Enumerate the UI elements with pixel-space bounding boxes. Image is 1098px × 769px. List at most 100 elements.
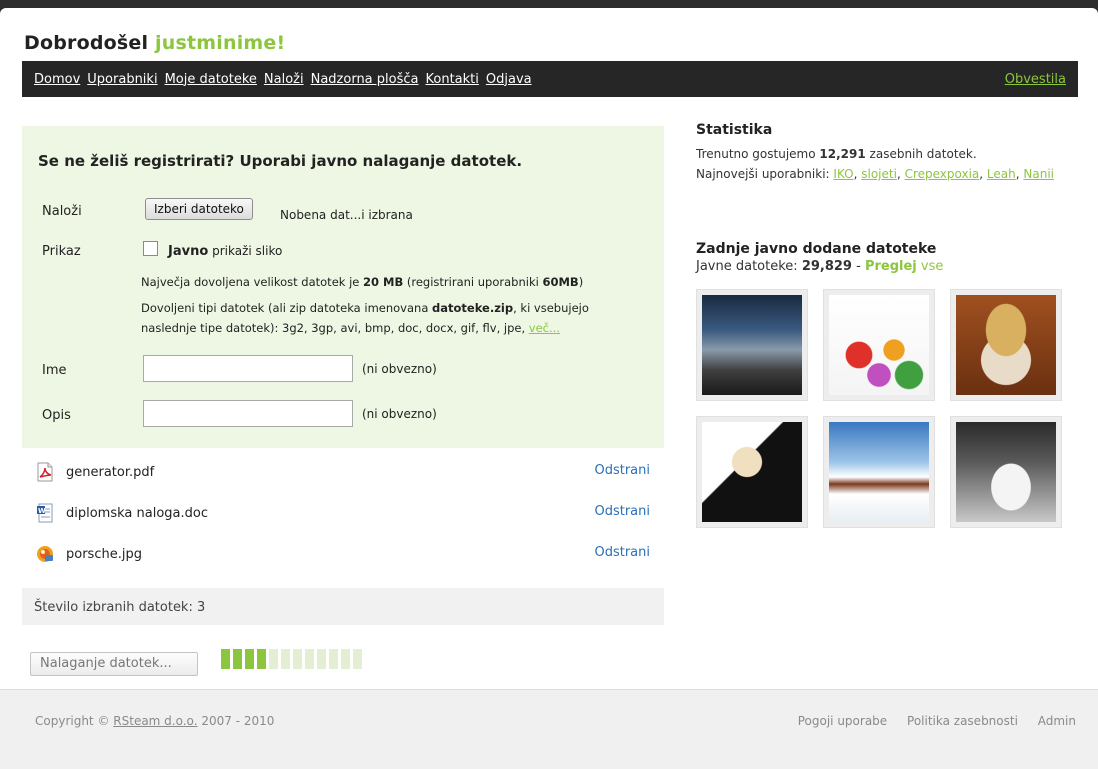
upload-heading: Se ne želiš registrirati? Uporabi javno … [38, 152, 523, 170]
types-prefix: Dovoljeni tipi datotek (ali zip datoteka… [141, 301, 429, 315]
more-types-link[interactable]: več... [529, 321, 560, 335]
admin-link[interactable]: Admin [1038, 714, 1076, 728]
user-link[interactable]: Crepexpoxia [905, 167, 980, 181]
list-item: W diplomska naloga.doc Odstrani [22, 493, 664, 533]
name-input[interactable] [143, 355, 353, 382]
newest-users-text: Najnovejši uporabniki: IKO, slojeti, Cre… [696, 167, 1054, 181]
public-count-prefix: Javne datoteke: [696, 259, 798, 274]
remove-file-button[interactable]: Odstrani [594, 504, 650, 519]
nav-link-my-files[interactable]: Moje datoteke [165, 72, 257, 87]
page-footer: Copyright © RSteam d.o.o. 2007 - 2010 Po… [0, 689, 1098, 769]
progress-segment [269, 649, 278, 669]
word-doc-icon: W [37, 503, 53, 523]
greeting-text: Dobrodošel [24, 32, 149, 54]
name-optional-note: (ni obvezno) [362, 362, 437, 376]
progress-segment [353, 649, 362, 669]
public-upload-panel: Se ne želiš registrirati? Uporabi javno … [22, 126, 664, 448]
progress-segment [245, 649, 254, 669]
public-checkbox-bold: Javno [168, 244, 209, 259]
public-checkbox[interactable] [143, 241, 158, 256]
hosted-suffix: zasebnih datotek. [869, 147, 977, 161]
choose-file-button[interactable]: Izberi datoteko [145, 198, 253, 220]
footer-links: Pogoji uporabe Politika zasebnosti Admin [782, 714, 1076, 728]
terms-link[interactable]: Pogoji uporabe [798, 714, 887, 728]
snowy-cabin-thumbnail[interactable] [823, 416, 935, 528]
public-files-count: Javne datoteke: 29,829 - Preglej vse [696, 257, 1076, 277]
max-size-prefix: Največja dovoljena velikost datotek je [141, 275, 360, 289]
max-size-info: Največja dovoljena velikost datotek je 2… [141, 272, 583, 292]
pdf-icon [37, 462, 53, 482]
recent-files-section: Zadnje javno dodane datoteke Javne datot… [696, 241, 1076, 277]
progress-segment [341, 649, 350, 669]
white-car-snow-thumbnail[interactable] [950, 416, 1062, 528]
upload-progress-bar [221, 649, 362, 669]
statistics-section: Statistika Trenutno gostujemo 12,291 zas… [696, 122, 1076, 184]
list-item: generator.pdf Odstrani [22, 452, 664, 492]
svg-text:W: W [38, 507, 46, 515]
flowers-thumbnail[interactable] [823, 289, 935, 401]
kitten-thumbnail[interactable] [950, 289, 1062, 401]
description-label: Opis [42, 408, 71, 423]
public-checkbox-label: Javno prikaži sliko [168, 244, 282, 259]
remove-file-button[interactable]: Odstrani [594, 463, 650, 478]
upload-files-button[interactable]: Nalaganje datotek... [30, 652, 198, 676]
max-size-end: ) [578, 275, 584, 289]
max-size-registered: 60MB [542, 275, 579, 289]
progress-segment [257, 649, 266, 669]
public-count-dash: - [856, 259, 861, 274]
image-file-icon [37, 546, 53, 562]
description-optional-note: (ni obvezno) [362, 407, 437, 421]
statistics-title: Statistika [696, 122, 773, 138]
copyright-text: Copyright © RSteam d.o.o. 2007 - 2010 [35, 714, 274, 728]
user-link[interactable]: Nanii [1023, 167, 1054, 181]
zip-filename: datoteke.zip [432, 301, 514, 315]
hosted-count: 12,291 [819, 147, 866, 161]
view-all-link[interactable]: Preglej [865, 259, 917, 274]
allowed-types-info: Dovoljeni tipi datotek (ali zip datoteka… [141, 298, 589, 338]
nav-link-upload[interactable]: Naloži [264, 72, 304, 87]
progress-segment [233, 649, 242, 669]
public-checkbox-text: prikaži sliko [212, 244, 283, 258]
newest-users-prefix: Najnovejši uporabniki: [696, 167, 830, 181]
nav-link-home[interactable]: Domov [34, 72, 80, 87]
file-name: porsche.jpg [66, 547, 142, 562]
company-link[interactable]: RSteam d.o.o. [113, 714, 197, 728]
progress-segment [293, 649, 302, 669]
progress-segment [221, 649, 230, 669]
nav-link-dashboard[interactable]: Nadzorna plošča [311, 72, 419, 87]
progress-segment [305, 649, 314, 669]
privacy-policy-link[interactable]: Politika zasebnosti [907, 714, 1018, 728]
woman-portrait-thumbnail[interactable] [696, 416, 808, 528]
types-mid: , ki vsebujejo [513, 301, 589, 315]
car-photo-thumbnail[interactable] [696, 289, 808, 401]
main-navbar: Domov Uporabniki Moje datoteke Naloži Na… [22, 61, 1078, 97]
copyright-prefix: Copyright © [35, 714, 110, 728]
description-input[interactable] [143, 400, 353, 427]
remove-file-button[interactable]: Odstrani [594, 545, 650, 560]
list-item: porsche.jpg Odstrani [22, 534, 664, 574]
nav-link-users[interactable]: Uporabniki [87, 72, 157, 87]
page-header: Dobrodošel justminime! [24, 32, 285, 54]
hosted-files-text: Trenutno gostujemo 12,291 zasebnih datot… [696, 144, 1076, 164]
max-size-mid: (registrirani uporabniki [406, 275, 539, 289]
username-text: justminime! [155, 32, 286, 54]
selected-files-count: Število izbranih datotek: 3 [22, 588, 664, 625]
display-label: Prikaz [42, 244, 81, 259]
view-all-suffix: vse [920, 259, 944, 274]
max-size-value: 20 MB [363, 275, 404, 289]
nav-link-logout[interactable]: Odjava [486, 72, 532, 87]
user-link[interactable]: slojeti [861, 167, 897, 181]
user-link[interactable]: Leah [987, 167, 1016, 181]
copyright-years: 2007 - 2010 [201, 714, 275, 728]
app-window: Dobrodošel justminime! Domov Uporabniki … [0, 8, 1098, 769]
nav-link-contacts[interactable]: Kontakti [426, 72, 479, 87]
page-title: Dobrodošel justminime! [24, 32, 285, 54]
upload-label: Naloži [42, 204, 82, 219]
no-file-selected-text: Nobena dat...i izbrana [280, 208, 413, 222]
types-list: naslednje tipe datotek): 3g2, 3gp, avi, … [141, 321, 526, 335]
name-label: Ime [42, 363, 67, 378]
progress-segment [317, 649, 326, 669]
user-link[interactable]: IKO [833, 167, 853, 181]
progress-segment [329, 649, 338, 669]
nav-link-notifications[interactable]: Obvestila [1005, 72, 1066, 87]
